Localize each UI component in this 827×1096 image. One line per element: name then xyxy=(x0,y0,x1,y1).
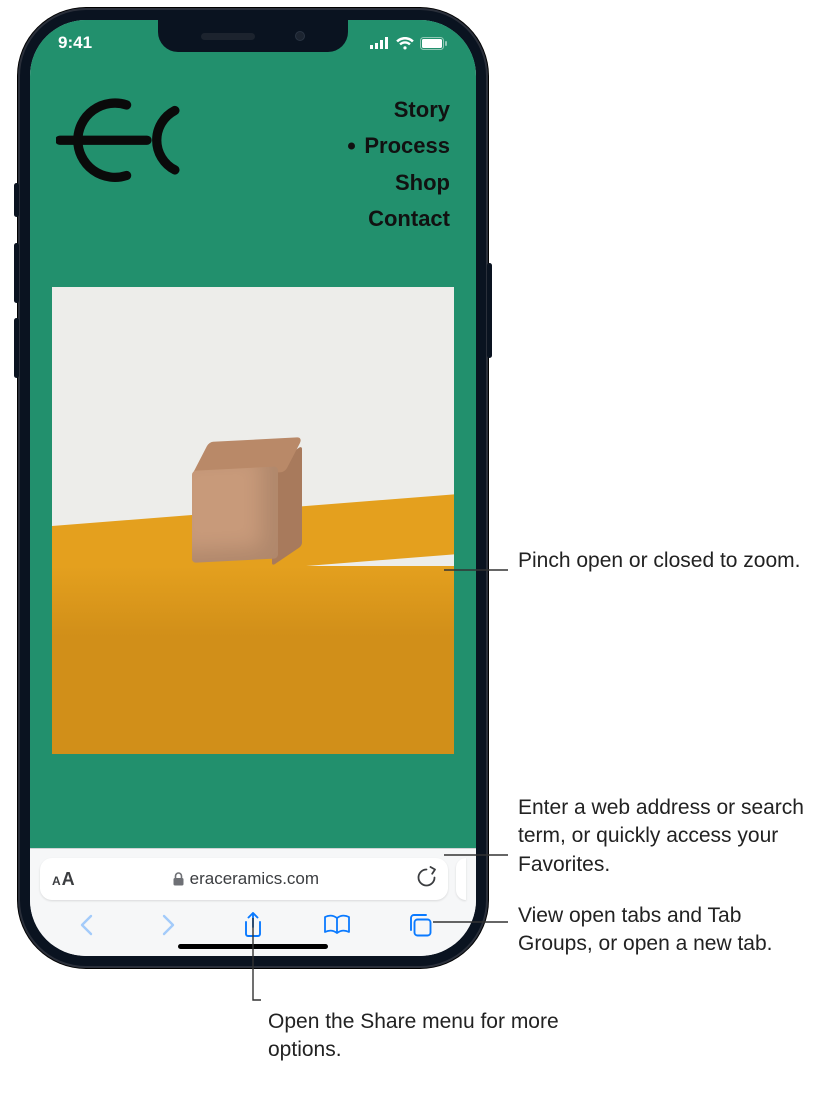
nav-item-contact[interactable]: Contact xyxy=(364,201,450,237)
volume-down xyxy=(14,318,19,378)
callout-share: Open the Share menu for more options. xyxy=(268,1008,568,1065)
callout-zoom: Pinch open or closed to zoom. xyxy=(518,547,801,575)
clay-block xyxy=(192,451,302,567)
front-camera xyxy=(295,31,305,41)
share-button[interactable] xyxy=(231,908,275,942)
hero-image[interactable] xyxy=(52,287,454,754)
safari-chrome: A A eraceramics.com xyxy=(30,848,476,956)
wifi-icon xyxy=(396,37,414,50)
webpage-content[interactable]: Story Process Shop Contact xyxy=(30,20,476,848)
reload-button[interactable] xyxy=(417,866,436,892)
power-button xyxy=(487,263,492,358)
tabs-icon xyxy=(408,913,432,937)
aa-big: A xyxy=(62,869,75,890)
mute-switch xyxy=(14,183,19,217)
address-text: eraceramics.com xyxy=(190,869,319,889)
forward-button[interactable] xyxy=(147,908,191,942)
nav-item-story[interactable]: Story xyxy=(364,92,450,128)
status-icons xyxy=(370,37,448,50)
home-indicator[interactable] xyxy=(178,944,328,949)
cellular-icon xyxy=(370,37,390,49)
site-logo-icon xyxy=(56,88,186,198)
book-icon xyxy=(323,914,351,936)
status-time: 9:41 xyxy=(58,33,92,53)
shelf-front xyxy=(52,566,454,754)
site-header: Story Process Shop Contact xyxy=(30,76,476,237)
site-nav: Story Process Shop Contact xyxy=(364,88,450,237)
chevron-right-icon xyxy=(162,914,176,936)
callout-address: Enter a web address or search term, or q… xyxy=(518,794,818,879)
chevron-left-icon xyxy=(79,914,93,936)
bookmarks-button[interactable] xyxy=(315,908,359,942)
hero-image-wrap xyxy=(30,237,476,754)
iphone-frame: 9:41 Story Process xyxy=(18,8,488,968)
nav-item-shop[interactable]: Shop xyxy=(364,165,450,201)
volume-up xyxy=(14,243,19,303)
screen: 9:41 Story Process xyxy=(30,20,476,956)
battery-icon xyxy=(420,37,448,50)
address-bar-row: A A eraceramics.com xyxy=(30,849,476,900)
speaker xyxy=(201,33,255,40)
reload-icon xyxy=(417,866,436,887)
nav-item-process[interactable]: Process xyxy=(364,128,450,164)
back-button[interactable] xyxy=(64,908,108,942)
lock-icon xyxy=(173,872,184,886)
share-icon xyxy=(243,912,263,938)
address-display[interactable]: eraceramics.com xyxy=(75,869,417,889)
address-bar[interactable]: A A eraceramics.com xyxy=(40,858,448,900)
page-settings-button[interactable]: A A xyxy=(52,869,75,890)
callout-tabs: View open tabs and Tab Groups, or open a… xyxy=(518,902,818,959)
next-tab-peek[interactable] xyxy=(456,858,466,900)
aa-small: A xyxy=(52,874,61,888)
tabs-button[interactable] xyxy=(398,908,442,942)
notch xyxy=(158,20,348,52)
